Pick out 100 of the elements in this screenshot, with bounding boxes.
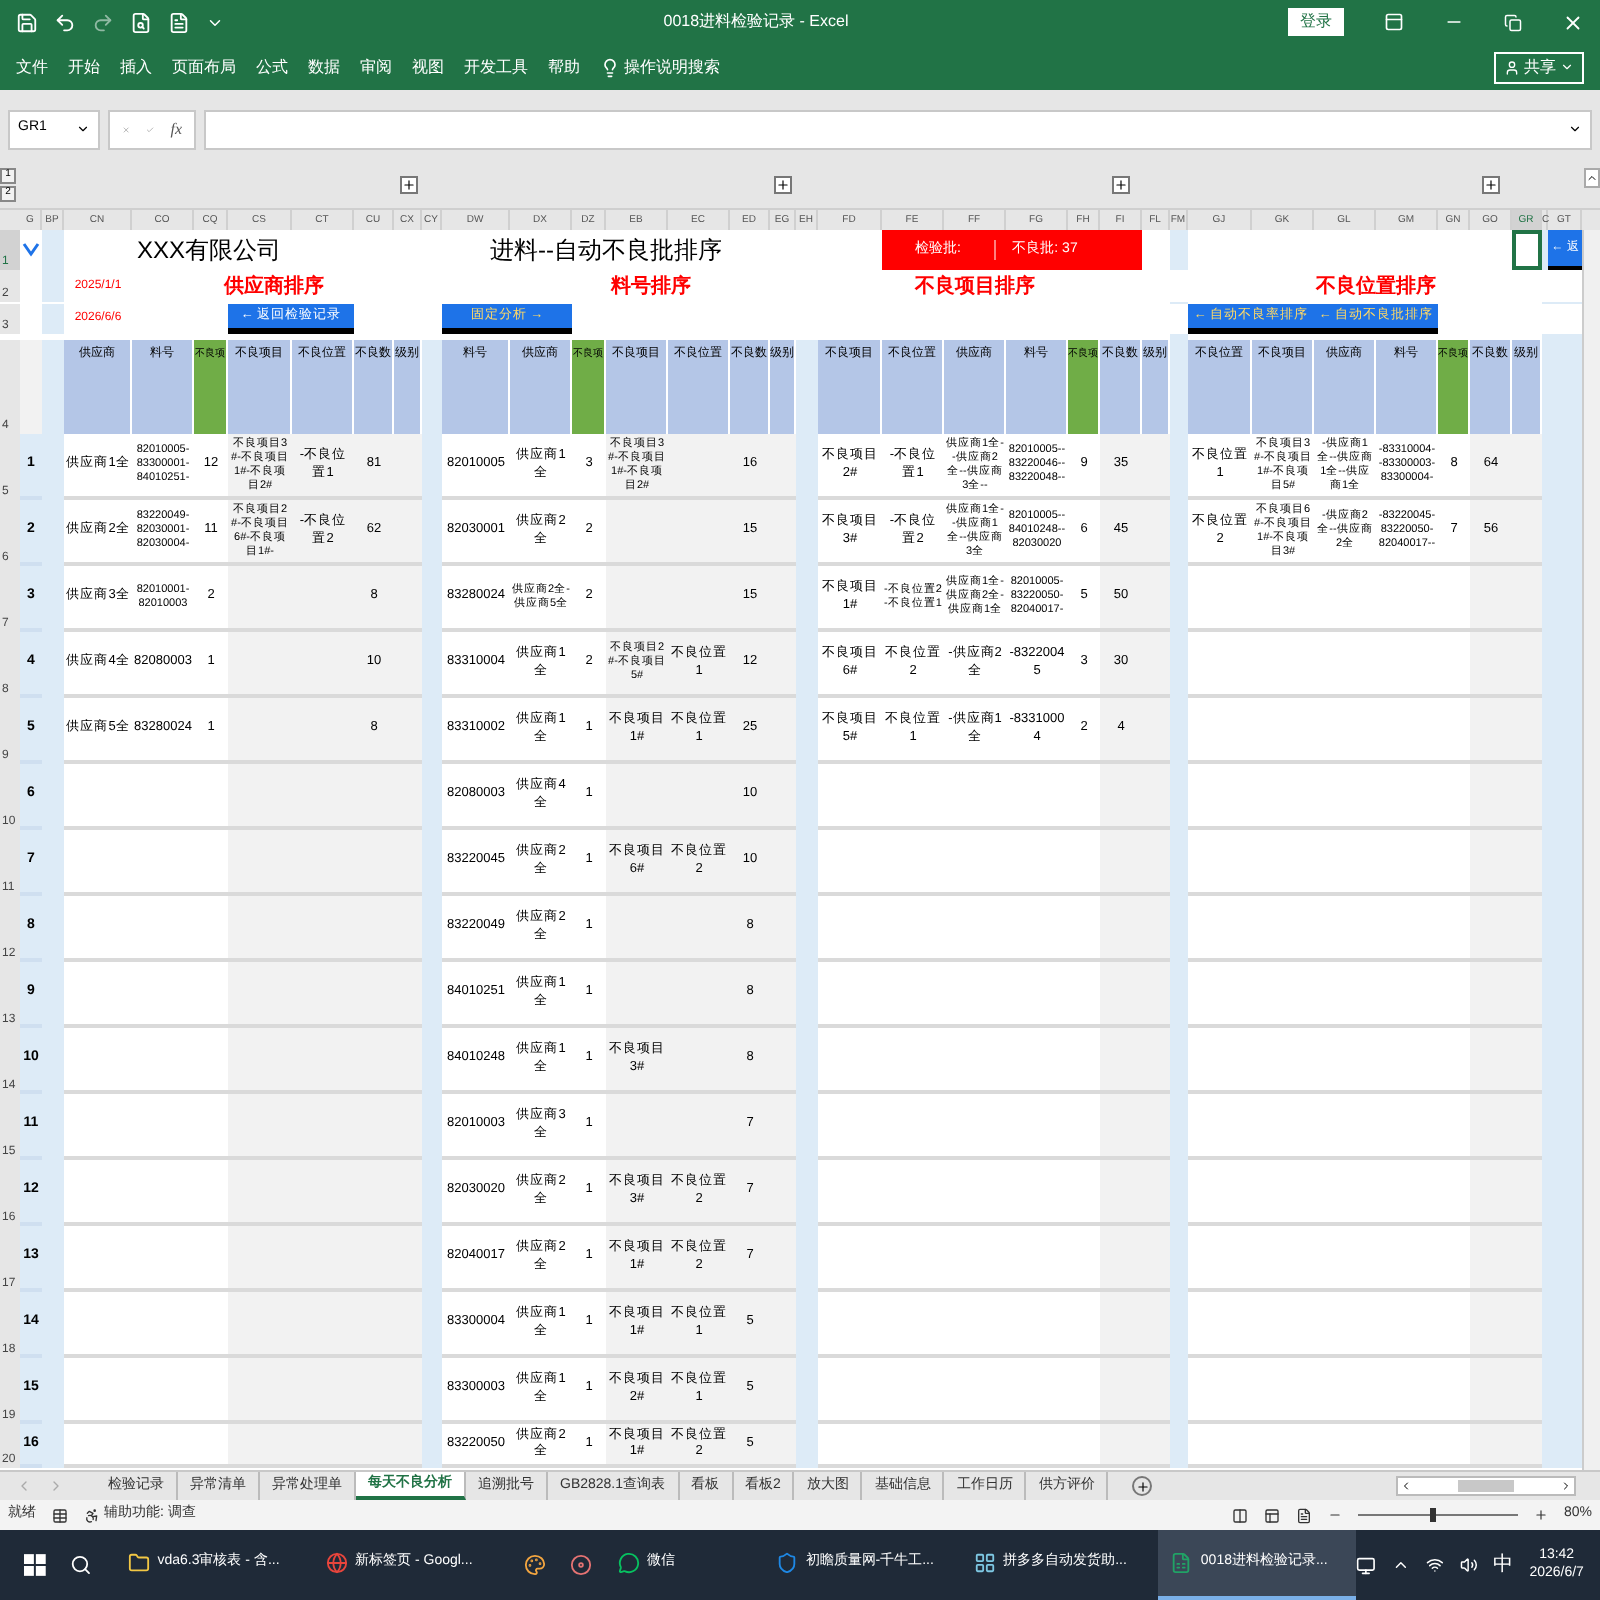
display-icon[interactable] xyxy=(1356,1555,1377,1575)
table-cell xyxy=(1142,1226,1170,1292)
table-cell xyxy=(770,1160,796,1226)
ribbon-tab[interactable]: 开始 xyxy=(68,55,100,79)
table-cell xyxy=(1512,830,1542,896)
scroll-left-icon[interactable] xyxy=(1400,1480,1412,1492)
table-cell xyxy=(1142,962,1170,1028)
table-cell xyxy=(394,1358,422,1424)
table-cell xyxy=(394,1292,422,1358)
normal-view-icon[interactable] xyxy=(1231,1507,1248,1523)
function-icon[interactable]: fx xyxy=(170,117,182,141)
ribbon-tab[interactable]: 帮助 xyxy=(548,55,580,79)
table-cell xyxy=(394,896,422,962)
zoom-slider[interactable] xyxy=(1357,1509,1518,1521)
report-title: 进料--自动不良批排序 xyxy=(490,238,722,262)
print-preview-icon[interactable] xyxy=(130,11,152,33)
table-cell xyxy=(770,1028,796,1094)
expand-group-icon[interactable] xyxy=(399,175,417,193)
table-cell xyxy=(394,830,422,896)
share-button[interactable]: 共享 xyxy=(1494,51,1584,83)
page-break-icon[interactable] xyxy=(1295,1507,1312,1523)
table-cell xyxy=(1100,1028,1142,1094)
table-cell xyxy=(394,1160,422,1226)
table-cell xyxy=(1470,1226,1512,1292)
login-button[interactable]: 登录 xyxy=(1288,8,1344,36)
horizontal-scrollbar[interactable] xyxy=(1396,1476,1576,1496)
selected-cell[interactable] xyxy=(1512,230,1542,270)
table-cell xyxy=(394,566,422,632)
table-cell xyxy=(1512,434,1542,500)
expand-icon xyxy=(1568,122,1582,136)
ribbon-tab[interactable]: 文件 xyxy=(16,55,48,79)
windows-logo-icon[interactable] xyxy=(24,1554,46,1576)
table-cell xyxy=(1142,434,1170,500)
formula-input[interactable] xyxy=(204,109,1592,149)
table-cell xyxy=(1512,1028,1542,1094)
vertical-scrollbar[interactable] xyxy=(1582,230,1600,1470)
network-icon[interactable] xyxy=(1425,1556,1444,1574)
table-cell xyxy=(1512,566,1542,632)
page-layout-icon[interactable] xyxy=(1263,1507,1280,1523)
table-cell xyxy=(1512,632,1542,698)
table-cell xyxy=(1512,500,1542,566)
expand-group-icon[interactable] xyxy=(1112,175,1130,193)
tray-expand-icon[interactable] xyxy=(1392,1556,1410,1574)
table-cell xyxy=(1100,896,1142,962)
table-cell xyxy=(1470,1028,1512,1094)
spreadsheet-icon xyxy=(1170,1552,1193,1574)
zoom-in-icon[interactable] xyxy=(1533,1508,1548,1522)
column-band xyxy=(42,304,64,335)
tell-me-search[interactable]: 操作说明搜索 xyxy=(624,55,720,79)
undo-icon[interactable] xyxy=(54,11,76,33)
table-cell xyxy=(228,1160,292,1226)
table-cell xyxy=(1100,764,1142,830)
table-cell xyxy=(770,1292,796,1358)
save-icon[interactable] xyxy=(16,11,38,33)
table-cell xyxy=(1142,1160,1170,1226)
table-cell xyxy=(770,698,796,764)
add-sheet-icon[interactable] xyxy=(1132,1476,1153,1496)
volume-icon[interactable] xyxy=(1459,1556,1478,1574)
ribbon-tab[interactable]: 审阅 xyxy=(360,55,392,79)
scroll-right-icon[interactable] xyxy=(1560,1480,1572,1492)
input-method[interactable]: 中 xyxy=(1493,1550,1514,1580)
close-icon[interactable] xyxy=(1562,11,1584,33)
ribbon-tab[interactable]: 插入 xyxy=(120,55,152,79)
expand-group-icon[interactable] xyxy=(1482,175,1500,193)
table-cell xyxy=(1142,698,1170,764)
table-cell xyxy=(770,830,796,896)
ribbon-tab[interactable]: 开发工具 xyxy=(464,55,528,79)
column-band xyxy=(42,340,64,434)
ribbon-tab[interactable]: 视图 xyxy=(412,55,444,79)
table-cell xyxy=(770,1094,796,1160)
table-cell xyxy=(394,698,422,764)
ribbon-tab[interactable]: 数据 xyxy=(308,55,340,79)
restore-icon[interactable] xyxy=(1504,13,1522,31)
ribbon-tab[interactable]: 公式 xyxy=(256,55,288,79)
macro-record-icon[interactable] xyxy=(52,1507,68,1523)
ribbon-tab[interactable]: 页面布局 xyxy=(172,55,236,79)
table-cell xyxy=(1100,1160,1142,1226)
company-name: XXX有限公司 xyxy=(136,238,281,262)
table-cell xyxy=(394,1028,422,1094)
table-cell xyxy=(1470,1358,1512,1424)
table-cell xyxy=(606,500,668,566)
table-cell xyxy=(1142,830,1170,896)
table-cell xyxy=(394,962,422,1028)
zoom-thumb[interactable] xyxy=(1429,1508,1436,1522)
window-title: 0018进料检验记录 - Excel xyxy=(663,10,849,34)
section-title: 不良项目排序 xyxy=(915,272,1035,301)
ribbon-display-icon[interactable] xyxy=(1384,12,1404,32)
table-cell xyxy=(1512,698,1542,764)
column-band xyxy=(42,270,64,302)
shield-icon xyxy=(775,1552,798,1574)
scroll-up-icon[interactable] xyxy=(1583,168,1599,188)
document-icon[interactable] xyxy=(168,11,190,33)
person-icon xyxy=(1504,59,1520,75)
table-cell xyxy=(1470,632,1512,698)
table-cell xyxy=(1470,830,1512,896)
search-icon[interactable] xyxy=(69,1554,92,1576)
zoom-out-icon[interactable] xyxy=(1327,1508,1342,1522)
expand-group-icon[interactable] xyxy=(774,175,792,193)
lightbulb-icon[interactable] xyxy=(600,57,620,77)
folder-icon xyxy=(127,1552,150,1574)
